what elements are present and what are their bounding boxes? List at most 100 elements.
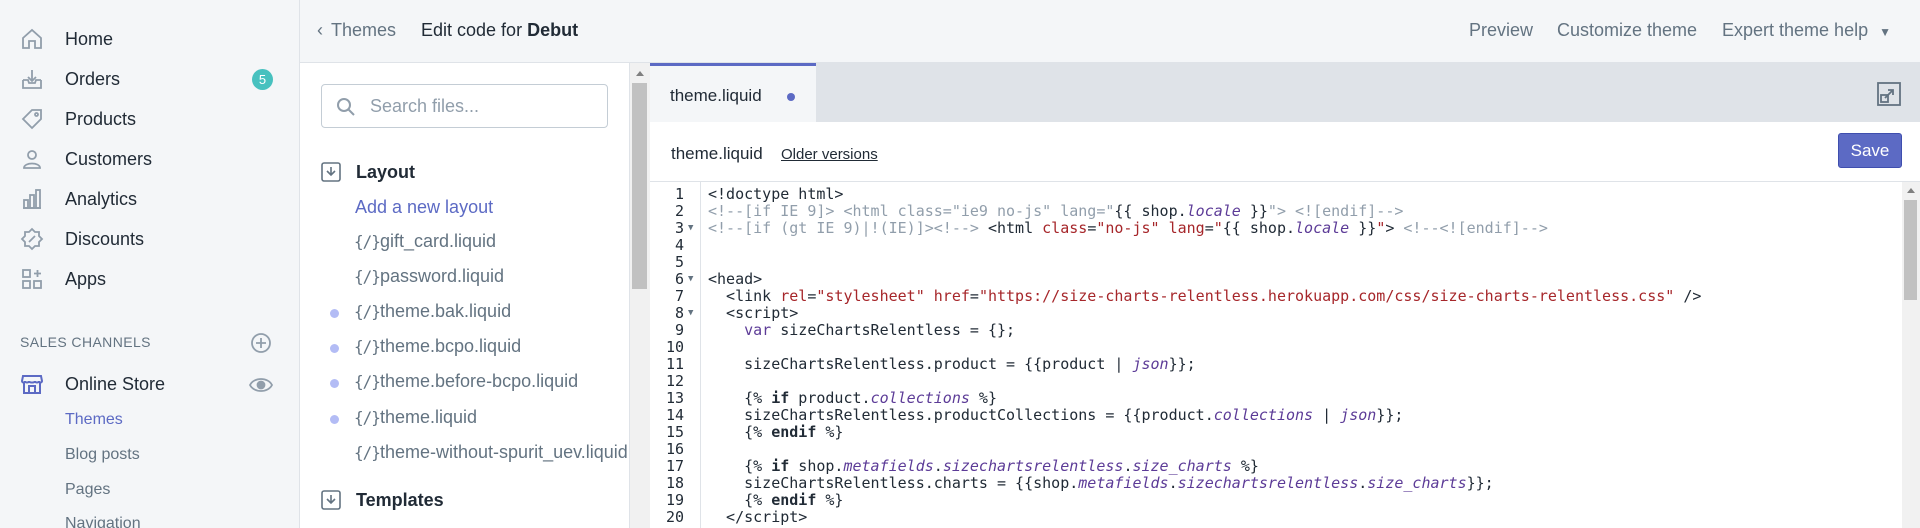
code-line: 6 ▼ <head> (650, 271, 1900, 288)
nav-label-analytics: Analytics (65, 188, 138, 209)
nav-label-orders: Orders (65, 68, 121, 89)
code-area[interactable]: 1 <!doctype html> 2 <!--[if IE 9]> <html c… (650, 182, 1920, 528)
line-number: 1 (674, 185, 684, 203)
orders-icon (20, 67, 44, 91)
older-versions-link[interactable]: Older versions (781, 146, 878, 163)
layout-folder-label: Layout (356, 161, 416, 182)
line-number: 19 (665, 491, 684, 509)
sub-item-themes[interactable]: Themes (65, 411, 123, 429)
editor-scrollbar[interactable] (1902, 182, 1920, 528)
nav-label-products: Products (65, 108, 137, 129)
tab-theme-liquid[interactable]: theme.liquid (650, 63, 816, 122)
expand-icon[interactable] (1876, 81, 1902, 107)
liquid-file-icon: {/} (354, 372, 381, 391)
sidebar-nav: Home Orders 5 Products Customers Analyti… (0, 0, 300, 528)
code-line: 15 {% endif %} (650, 424, 1900, 441)
nav-label-discounts: Discounts (65, 228, 145, 249)
line-number: 20 (665, 508, 684, 526)
nav-item-products[interactable]: Products (0, 99, 299, 139)
nav-item-discounts[interactable]: Discounts (0, 219, 299, 259)
back-to-themes-link[interactable]: ‹ Themes (317, 20, 396, 41)
fold-arrow-icon[interactable]: ▼ (688, 220, 693, 237)
discount-icon (20, 227, 44, 251)
liquid-file-icon: {/} (354, 443, 381, 462)
add-sales-channel-icon[interactable] (250, 332, 272, 354)
save-button[interactable]: Save (1838, 133, 1902, 168)
eye-icon[interactable] (248, 375, 274, 395)
templates-folder[interactable]: Templates (320, 489, 444, 511)
expert-theme-help-dropdown[interactable]: Expert theme help ▼ (1722, 20, 1891, 41)
nav-label-online-store: Online Store (65, 373, 166, 394)
file-row-theme-bak[interactable]: {/} theme.bak.liquid (300, 297, 629, 329)
code-line: 20 </script> (650, 509, 1900, 526)
scrollbar-thumb[interactable] (632, 83, 647, 289)
code-line: 14 sizeChartsRelentless.productCollectio… (650, 407, 1900, 424)
preview-link[interactable]: Preview (1469, 20, 1533, 41)
fold-arrow-icon[interactable]: ▼ (688, 271, 693, 288)
scroll-up-arrow-icon[interactable] (1907, 188, 1915, 193)
code-line: 13 {% if product.collections %} (650, 390, 1900, 407)
file-row-theme-without-spurit[interactable]: {/} theme-without-spurit_uev.liquid (300, 438, 629, 470)
layout-folder[interactable]: Layout (320, 161, 415, 183)
nav-item-apps[interactable]: Apps (0, 259, 299, 299)
back-label: Themes (331, 20, 397, 40)
current-file-name: theme.liquid (671, 144, 763, 163)
nav-label-apps: Apps (65, 268, 107, 289)
file-name: theme.bak.liquid (380, 301, 512, 321)
sub-item-blog-posts[interactable]: Blog posts (65, 446, 140, 464)
code-line: 19 {% endif %} (650, 492, 1900, 509)
code-line: 4 (650, 237, 1900, 254)
file-list-scrollbar[interactable] (630, 63, 650, 528)
tag-icon (20, 107, 44, 131)
person-icon (20, 147, 44, 171)
file-row-theme-before-bcpo[interactable]: {/} theme.before-bcpo.liquid (300, 367, 629, 399)
file-row-password[interactable]: {/} password.liquid (300, 262, 629, 294)
templates-folder-label: Templates (356, 489, 444, 510)
code-line: 12 (650, 373, 1900, 390)
file-name: gift_card.liquid (380, 231, 497, 251)
file-row-theme-bcpo[interactable]: {/} theme.bcpo.liquid (300, 332, 629, 364)
editor-tab-strip: theme.liquid (650, 63, 1920, 122)
sub-item-navigation[interactable]: Navigation (65, 515, 141, 528)
search-files-input[interactable] (370, 95, 600, 117)
line-number: 9 (674, 321, 684, 339)
nav-label-customers: Customers (65, 148, 153, 169)
scrollbar-thumb[interactable] (1904, 200, 1917, 300)
nav-item-home[interactable]: Home (0, 19, 299, 59)
liquid-file-icon: {/} (354, 267, 381, 286)
line-number: 10 (665, 338, 684, 356)
code-line: 10 (650, 339, 1900, 356)
code-editor: theme.liquid theme.liquid Older versions… (650, 63, 1920, 528)
orders-count-badge: 5 (252, 69, 273, 90)
line-number: 11 (665, 355, 684, 373)
line-number: 4 (674, 236, 684, 254)
file-name: theme.liquid (380, 407, 478, 427)
sales-channels-heading: SALES CHANNELS (20, 334, 151, 350)
file-name: theme.before-bcpo.liquid (380, 371, 579, 391)
liquid-file-icon: {/} (354, 232, 381, 251)
modified-indicator (330, 415, 339, 424)
line-number: 12 (665, 372, 684, 390)
modified-indicator (330, 379, 339, 388)
line-number: 15 (665, 423, 684, 441)
add-new-layout-link[interactable]: Add a new layout (355, 197, 493, 218)
tab-label: theme.liquid (670, 86, 762, 105)
file-row-gift-card[interactable]: {/} gift_card.liquid (300, 227, 629, 259)
apps-icon (20, 267, 44, 291)
nav-item-customers[interactable]: Customers (0, 139, 299, 179)
line-number: 6 (674, 270, 684, 288)
scroll-up-arrow-icon[interactable] (636, 71, 644, 76)
file-row-theme-liquid[interactable]: {/} theme.liquid (300, 403, 629, 435)
file-header-bar: theme.liquid Older versions Save (650, 122, 1920, 182)
sub-item-pages[interactable]: Pages (65, 481, 110, 499)
nav-item-orders[interactable]: Orders 5 (0, 59, 299, 99)
line-number: 2 (674, 202, 684, 220)
fold-arrow-icon[interactable]: ▼ (688, 305, 693, 322)
line-number: 14 (665, 406, 684, 424)
file-browser: Layout Add a new layout {/} gift_card.li… (300, 63, 630, 528)
nav-item-analytics[interactable]: Analytics (0, 179, 299, 219)
page-title-prefix: Edit code for (421, 20, 523, 40)
code-line: 3 ▼ <!--[if (gt IE 9)|!(IE)]><!--> <html c… (650, 220, 1900, 237)
customize-theme-link[interactable]: Customize theme (1557, 20, 1697, 41)
search-files-box[interactable] (321, 84, 608, 128)
